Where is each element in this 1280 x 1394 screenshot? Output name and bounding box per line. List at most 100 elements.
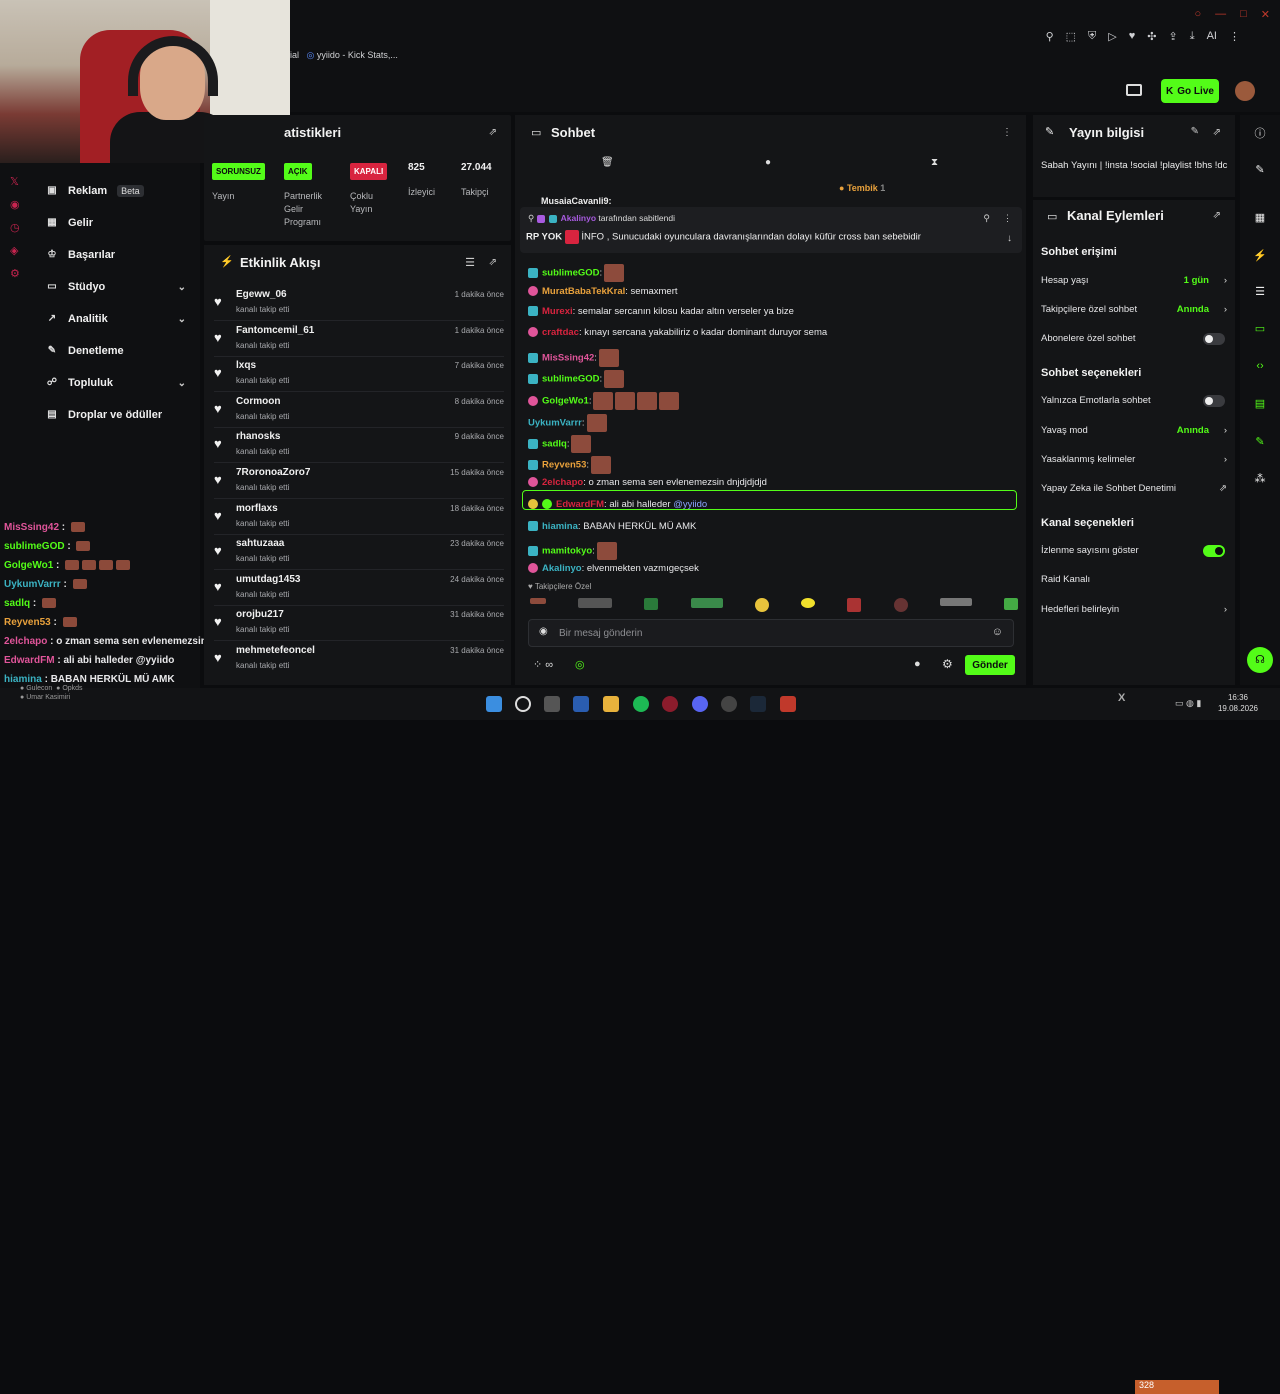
steam-icon[interactable]	[750, 696, 766, 712]
emote-icon[interactable]	[847, 598, 862, 612]
chat-username[interactable]: Reyven53	[542, 460, 586, 471]
kick-icon[interactable]: ◎	[575, 658, 585, 671]
download-icon[interactable]: ⤓	[1190, 30, 1195, 43]
hourglass-icon[interactable]: ⧗	[931, 157, 938, 168]
obs-icon[interactable]	[721, 696, 737, 712]
banned-words-row[interactable]: Yasaklanmış kelimeler ›	[1041, 454, 1227, 465]
activity-username[interactable]: orojbu217	[236, 609, 284, 620]
taskbar-clock[interactable]: 16:36 19.08.2026	[1218, 692, 1258, 714]
taskview-icon[interactable]	[544, 696, 560, 712]
minimize-button[interactable]: —	[1215, 8, 1226, 21]
trash-icon[interactable]: 🗑	[601, 157, 614, 168]
slow-mode-row[interactable]: Yavaş mod Anında ›	[1041, 425, 1227, 436]
chat-username[interactable]: GolgeWo1	[542, 396, 589, 407]
emote-icon[interactable]	[754, 598, 769, 612]
chat-username[interactable]: hiamina	[542, 521, 578, 532]
wrench-icon[interactable]: ✎	[1252, 435, 1268, 448]
code-icon[interactable]: ‹›	[1252, 360, 1268, 372]
emote-icon[interactable]	[530, 598, 546, 604]
chat-icon[interactable]: ●	[765, 157, 771, 168]
activity-username[interactable]: sahtuzaaa	[236, 538, 284, 549]
emote-icon[interactable]	[893, 598, 908, 612]
nav-item-analitik[interactable]: ↗ Analitik ⌄	[46, 313, 186, 325]
heart-icon[interactable]: ♥	[1129, 30, 1136, 43]
outlook-icon[interactable]	[573, 696, 589, 712]
nav-item-reklam[interactable]: ▣ Reklam Beta	[46, 185, 186, 197]
activity-username[interactable]: rhanosks	[236, 431, 280, 442]
discord-icon[interactable]	[692, 696, 708, 712]
shield-icon[interactable]: ⛨	[1088, 30, 1096, 43]
maximize-button[interactable]: □	[1240, 8, 1247, 21]
chat-settings-icon[interactable]: ●	[914, 658, 921, 670]
filter-icon[interactable]: ☰	[465, 256, 475, 269]
pin-icon[interactable]: ⚲	[1046, 30, 1054, 43]
popout-icon[interactable]: ⇗	[489, 127, 497, 138]
infinity-icon[interactable]: ⁘ ∞	[533, 658, 553, 671]
chat-username[interactable]: mamitokyo	[542, 546, 592, 557]
emote-icon[interactable]	[1003, 598, 1018, 610]
bolt-icon[interactable]: ⚡	[1252, 249, 1268, 262]
record-icon[interactable]: ◉	[10, 198, 20, 211]
account-age-row[interactable]: Hesap yaşı 1 gün ›	[1041, 275, 1227, 286]
goals-row[interactable]: Hedefleri belirleyin ›	[1041, 604, 1227, 615]
edit-icon[interactable]: ✎	[1191, 126, 1199, 137]
chat-username[interactable]: Murexi	[542, 306, 573, 317]
opera-icon[interactable]	[662, 696, 678, 712]
more-icon[interactable]: ⋮	[1002, 127, 1012, 138]
activity-username[interactable]: mehmetefeoncel	[236, 645, 315, 656]
popout-icon[interactable]: ⇗	[489, 257, 497, 268]
tembik-indicator[interactable]: ● Tembik 1	[839, 183, 885, 193]
support-button[interactable]: ☊	[1247, 647, 1273, 673]
close-button[interactable]: ✕	[1261, 8, 1270, 21]
start-icon[interactable]	[486, 696, 502, 712]
nav-item-denetleme[interactable]: ✎ Denetleme	[46, 345, 186, 357]
emote-icon[interactable]	[939, 598, 972, 606]
activity-username[interactable]: Egeww_06	[236, 289, 287, 300]
app-icon[interactable]	[780, 696, 796, 712]
search-icon[interactable]: ○	[1194, 8, 1201, 21]
chat-icon[interactable]: ▭	[1252, 322, 1268, 335]
camera-icon[interactable]	[1126, 84, 1142, 96]
popout-icon[interactable]: ⇗	[1213, 210, 1221, 221]
activity-username[interactable]: Cormoon	[236, 396, 280, 407]
chat-username[interactable]: sublimeGOD	[542, 268, 600, 279]
unpin-icon[interactable]: ⚲	[983, 213, 990, 224]
go-live-button[interactable]: K Go Live	[1161, 79, 1219, 103]
chat-username[interactable]: 2elchapo	[542, 477, 583, 488]
activity-username[interactable]: lxqs	[236, 360, 256, 371]
more-icon[interactable]: ⋮	[1003, 213, 1012, 224]
chat-username[interactable]: MisSsing42	[542, 353, 594, 364]
activity-username[interactable]: 7RoronoaZoro7	[236, 467, 310, 478]
emote-icon[interactable]	[644, 598, 659, 610]
info-icon[interactable]: ⓘ	[1252, 125, 1268, 141]
activity-username[interactable]: umutdag1453	[236, 574, 300, 585]
x-icon[interactable]: 𝕏	[10, 175, 20, 188]
calculator-icon[interactable]: ▦	[1252, 211, 1268, 224]
nav-item-gelir[interactable]: ▦ Gelir	[46, 217, 186, 229]
settings-icon[interactable]: ⚙	[10, 267, 20, 280]
list-icon[interactable]: ☰	[1252, 285, 1268, 298]
extensions-icon[interactable]: ✣	[1147, 30, 1156, 43]
nav-item-droplar[interactable]: ▤ Droplar ve ödüller	[46, 409, 186, 421]
layers-icon[interactable]: ▤	[1252, 397, 1268, 410]
explorer-icon[interactable]	[603, 696, 619, 712]
crop-icon[interactable]: ⬚	[1066, 30, 1076, 43]
browser-tab[interactable]: ial ◎ yyiido - Kick Stats,...	[290, 50, 398, 61]
user-avatar[interactable]	[1235, 81, 1255, 101]
pencil-icon[interactable]: ✎	[1252, 163, 1268, 176]
chat-username[interactable]: sadlq	[542, 439, 567, 450]
send-button[interactable]: Gönder	[965, 655, 1015, 675]
activity-username[interactable]: Fantomcemil_61	[236, 325, 314, 336]
ai-button[interactable]: AI	[1207, 30, 1217, 43]
subs-chat-toggle[interactable]	[1203, 333, 1225, 345]
emote-icon[interactable]	[578, 598, 613, 608]
x-icon[interactable]: X	[1118, 692, 1125, 704]
spotify-icon[interactable]	[633, 696, 649, 712]
activity-username[interactable]: morflaxs	[236, 503, 278, 514]
play-icon[interactable]: ▷	[1108, 30, 1116, 43]
menu-icon[interactable]: ⋮	[1229, 30, 1240, 43]
clock-icon[interactable]: ◷	[10, 221, 20, 234]
share-icon[interactable]: ⇪	[1169, 30, 1178, 43]
emote-icon[interactable]	[690, 598, 723, 608]
nav-item-studyo[interactable]: ▭ Stüdyo ⌄	[46, 281, 186, 293]
